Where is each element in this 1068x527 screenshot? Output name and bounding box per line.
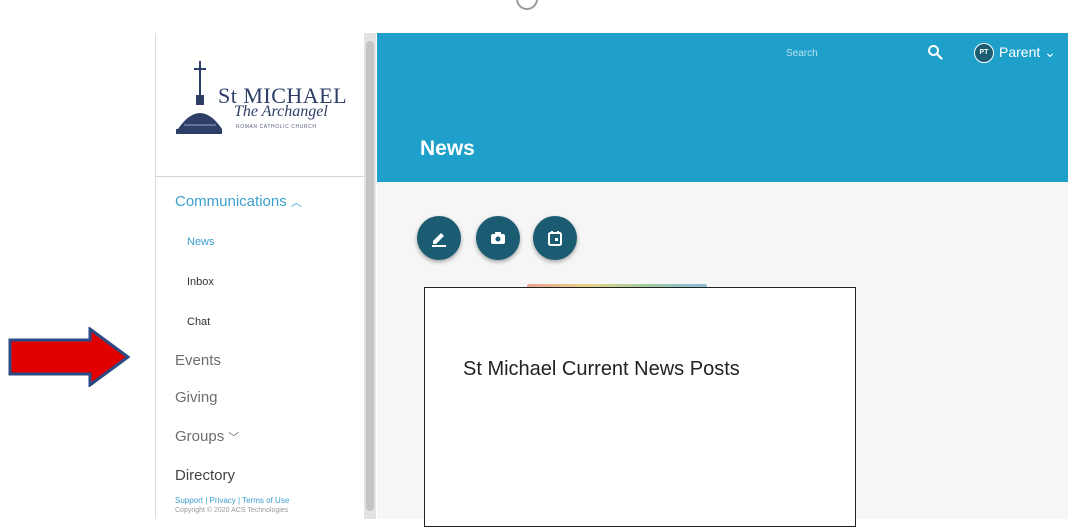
edit-icon [432, 233, 446, 247]
logo-tagline: ROMAN CATHOLIC CHURCH [236, 124, 317, 130]
sidebar-item-giving[interactable]: Giving [175, 389, 218, 406]
top-header: Search PT Parent ⌄ News [377, 33, 1068, 182]
add-event-button[interactable] [533, 216, 577, 260]
camera-icon [491, 232, 505, 244]
news-post-card[interactable]: St Michael Current News Posts [424, 287, 856, 527]
main-content: St Michael Current News Posts [377, 182, 1068, 527]
sidebar-item-chat[interactable]: Chat [187, 316, 210, 328]
sidebar-item-groups[interactable]: Groups ﹀ [175, 428, 239, 445]
search-input[interactable]: Search [786, 48, 818, 59]
footer-links[interactable]: Support | Privacy | Terms of Use [175, 496, 289, 505]
add-photo-button[interactable] [476, 216, 520, 260]
news-post-text: St Michael Current News Posts [463, 358, 740, 380]
page-title: News [420, 137, 475, 160]
chevron-down-icon: ﹀ [228, 432, 240, 444]
sidebar-item-inbox[interactable]: Inbox [187, 276, 214, 288]
sidebar: St MICHAEL The Archangel ROMAN CATHOLIC … [155, 33, 365, 519]
chevron-up-icon: ︿ [290, 197, 302, 209]
sidebar-item-label: Communications [175, 193, 287, 210]
sidebar-item-news[interactable]: News [187, 236, 215, 248]
calendar-icon [548, 231, 562, 246]
sidebar-item-events[interactable]: Events [175, 352, 221, 369]
search-icon[interactable] [927, 44, 943, 60]
avatar[interactable]: PT [974, 43, 994, 63]
scrollbar-thumb[interactable] [366, 41, 374, 511]
church-logo[interactable]: St MICHAEL The Archangel ROMAN CATHOLIC … [156, 33, 365, 177]
red-arrow-annotation [8, 327, 130, 387]
footer-copyright: Copyright © 2020 ACS Technologies [175, 507, 289, 514]
church-dome-icon [176, 61, 222, 134]
sidebar-item-label: Groups [175, 428, 225, 445]
sidebar-scrollbar[interactable] [364, 33, 376, 519]
chevron-down-icon: ⌄ [1040, 44, 1056, 60]
loading-spinner-icon [516, 0, 538, 10]
logo-subtitle: The Archangel [234, 103, 328, 120]
sidebar-item-communications[interactable]: Communications ︿ [175, 193, 302, 210]
sidebar-item-directory[interactable]: Directory [175, 467, 235, 484]
create-post-button[interactable] [417, 216, 461, 260]
user-name-label: Parent [999, 44, 1041, 60]
user-menu[interactable]: Parent ⌄ [999, 44, 1056, 61]
